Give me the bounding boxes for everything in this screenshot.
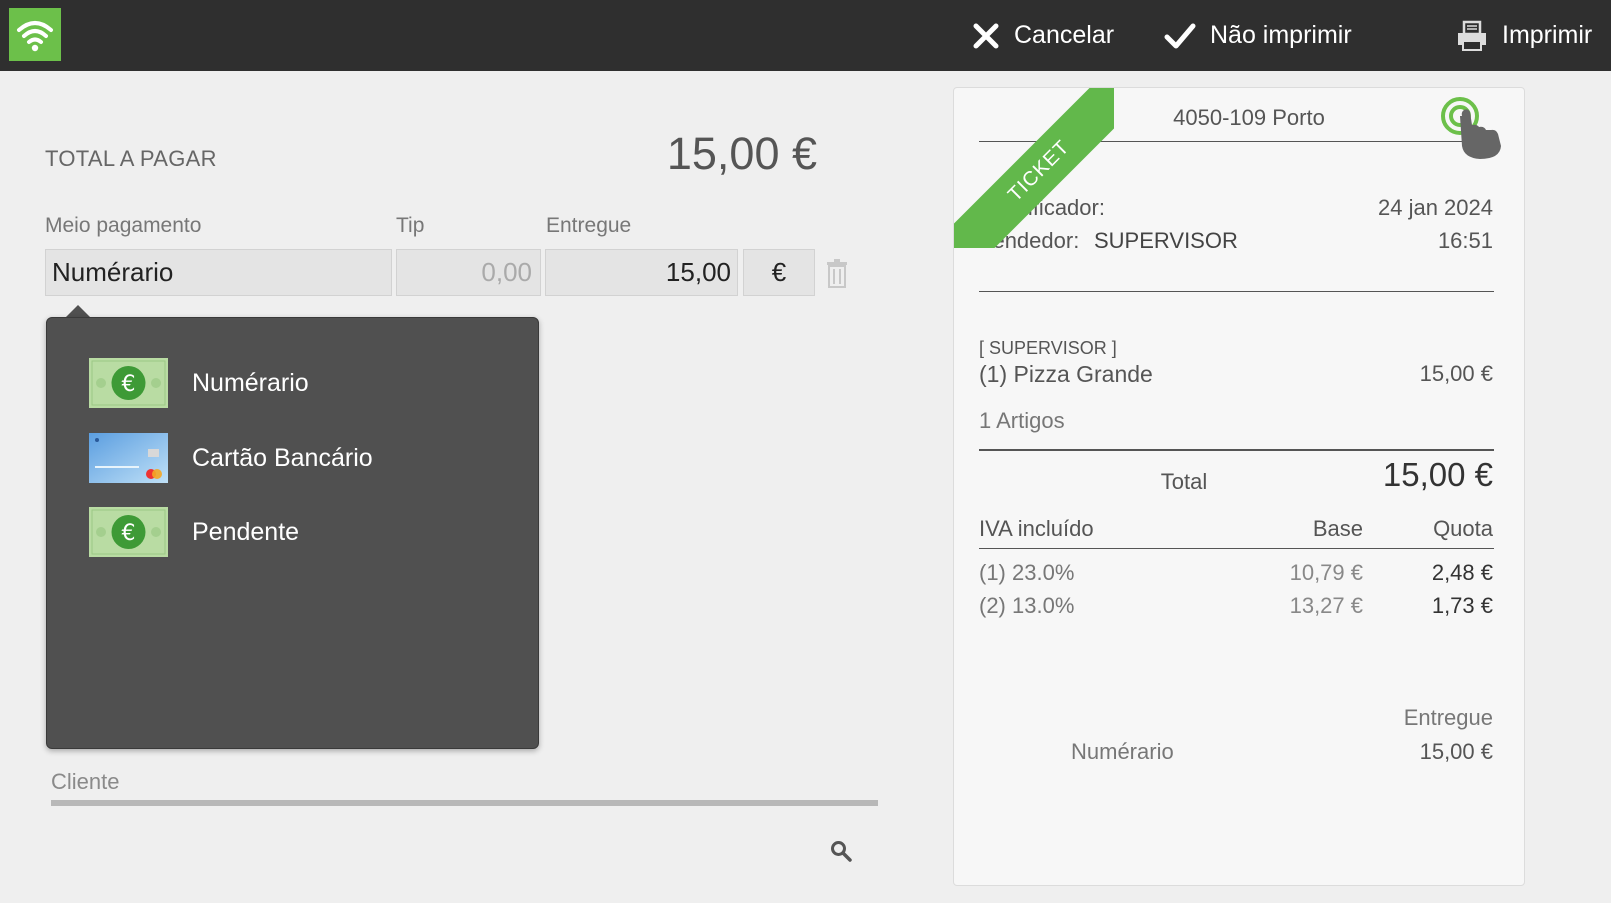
wifi-icon	[17, 20, 53, 51]
payment-method-popup: € Numérario Cartão Bancário € Pendente	[46, 317, 539, 749]
receipt-total-value: 15,00 €	[1382, 456, 1493, 493]
payment-option-cash[interactable]: € Numérario	[89, 356, 509, 410]
receipt-touch-button[interactable]	[1440, 96, 1504, 167]
tip-input[interactable]: 0,00	[396, 249, 541, 296]
delivered-header: Entregue	[546, 214, 632, 237]
delivered-header: Entregue	[1403, 705, 1493, 730]
cancel-button[interactable]: Cancelar	[972, 0, 1114, 71]
delivered-value: 15,00	[665, 257, 731, 287]
delivered-input[interactable]: 15,00	[545, 249, 738, 296]
svg-text:€: €	[122, 372, 136, 397]
close-icon	[973, 23, 999, 48]
tax-base: 13,27 €	[1289, 593, 1363, 618]
total-value: 15,00 €	[666, 128, 817, 179]
line-item-name: (1) Pizza Grande	[979, 361, 1153, 387]
print-button[interactable]: Imprimir	[1456, 0, 1592, 71]
client-label: Cliente	[51, 769, 120, 794]
quota-header: Quota	[1433, 516, 1493, 541]
touch-hand-icon	[1441, 97, 1501, 159]
receipt-time: 16:51	[1437, 228, 1493, 253]
tax-base: 10,79 €	[1289, 560, 1363, 585]
ticket-ribbon: TICKET	[954, 88, 1114, 248]
cancel-label: Cancelar	[1014, 21, 1115, 49]
delete-payment-button[interactable]	[826, 258, 848, 293]
receipt-total-label: Total	[1160, 469, 1208, 494]
svg-text:€: €	[122, 521, 136, 546]
payment-method-select[interactable]: Numérario	[45, 249, 392, 296]
tip-header: Tip	[396, 214, 425, 237]
receipt-divider	[979, 449, 1494, 451]
client-input[interactable]	[51, 800, 878, 806]
payment-option-pending[interactable]: € Pendente	[89, 505, 509, 559]
cash-banknote-icon: €	[89, 358, 168, 408]
receipt-divider	[979, 548, 1494, 549]
currency-button[interactable]: €	[743, 249, 815, 296]
payment-option-label: Pendente	[192, 517, 300, 546]
payment-option-label: Numérario	[192, 368, 309, 397]
print-label: Imprimir	[1502, 21, 1593, 49]
items-count: 1 Artigos	[979, 408, 1065, 433]
total-label: TOTAL A PAGAR	[45, 146, 217, 171]
checkmark-icon	[1164, 23, 1196, 48]
trash-icon	[827, 259, 847, 288]
no-print-button[interactable]: Não imprimir	[1164, 0, 1352, 71]
payment-option-label: Cartão Bancário	[192, 443, 373, 472]
receipt-divider	[979, 291, 1494, 292]
tip-value: 0,00	[481, 257, 532, 287]
client-search-button[interactable]	[830, 840, 852, 867]
printer-icon	[1458, 20, 1486, 51]
search-icon	[831, 841, 852, 862]
tax-rate: (1) 23.0%	[979, 560, 1075, 585]
line-item-price: 15,00 €	[1419, 361, 1493, 386]
cash-banknote-icon: €	[89, 507, 168, 557]
tax-rate: (2) 13.0%	[979, 593, 1075, 618]
payment-option-bank-card[interactable]: Cartão Bancário	[89, 431, 509, 485]
method-header: Meio pagamento	[45, 214, 202, 237]
seller-name: SUPERVISOR	[1094, 228, 1238, 253]
tax-quota: 2,48 €	[1431, 560, 1493, 585]
tax-quota: 1,73 €	[1431, 593, 1493, 618]
delivered-method: Numérario	[1071, 739, 1174, 764]
top-bar: Cancelar Não imprimir Imprimir	[0, 0, 1611, 71]
no-print-label: Não imprimir	[1210, 21, 1352, 49]
section-tag: [ SUPERVISOR ]	[979, 338, 1117, 358]
delivered-amount: 15,00 €	[1419, 739, 1493, 764]
base-header: Base	[1312, 516, 1363, 541]
tax-header: IVA incluído	[979, 516, 1094, 541]
currency-symbol: €	[771, 257, 787, 287]
bank-card-icon	[89, 433, 168, 483]
payment-method-value: Numérario	[52, 257, 174, 287]
wifi-status-button[interactable]	[9, 8, 61, 61]
receipt-preview: 4050-109 Porto Identificador: 24 jan 202…	[953, 87, 1525, 886]
ticket-ribbon-label: TICKET	[954, 88, 1114, 248]
receipt-date: 24 jan 2024	[1378, 195, 1493, 220]
